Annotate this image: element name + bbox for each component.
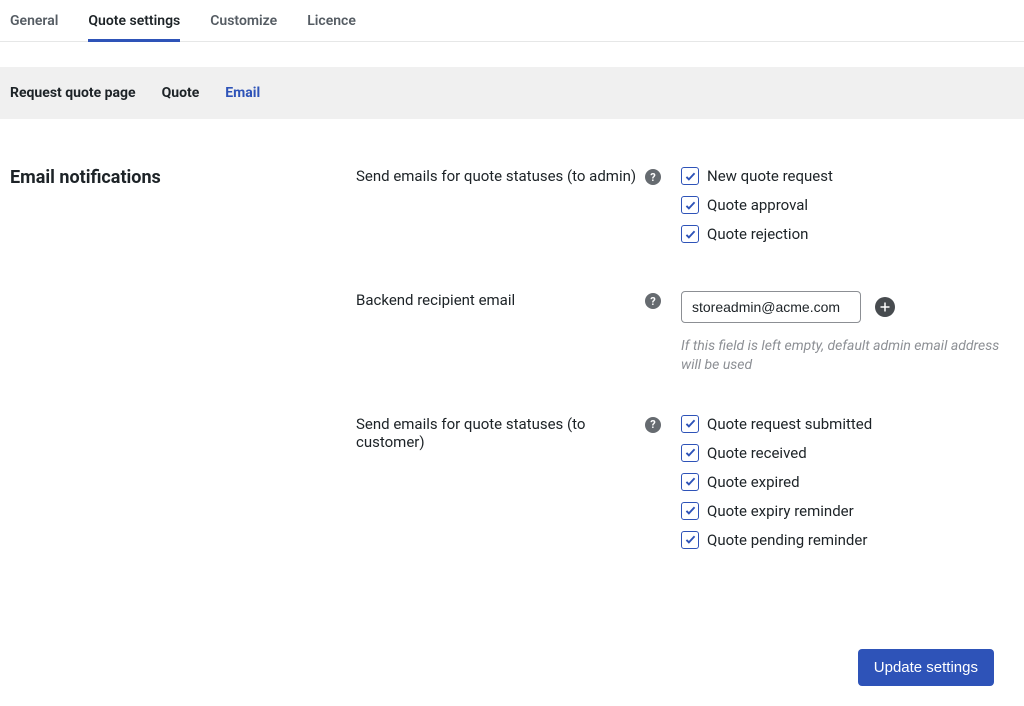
help-icon[interactable]: ?	[645, 169, 661, 185]
checkbox-quote-rejection[interactable]: Quote rejection	[681, 225, 1014, 243]
checkbox-quote-pending-reminder[interactable]: Quote pending reminder	[681, 531, 1014, 549]
customer-status-checkbox-list: Quote request submitted Quote received Q…	[681, 415, 1014, 549]
backend-email-helper-text: If this field is left empty, default adm…	[681, 337, 1014, 375]
tab-customize[interactable]: Customize	[210, 7, 277, 42]
checkbox-label: Quote rejection	[707, 225, 808, 243]
checkbox-quote-expired[interactable]: Quote expired	[681, 473, 1014, 491]
checkbox-icon	[681, 502, 699, 520]
checkbox-new-quote-request[interactable]: New quote request	[681, 167, 1014, 185]
checkbox-label: Quote request submitted	[707, 415, 872, 433]
checkbox-quote-request-submitted[interactable]: Quote request submitted	[681, 415, 1014, 433]
checkbox-label: Quote received	[707, 444, 807, 462]
tab-licence[interactable]: Licence	[307, 7, 356, 42]
checkbox-label: New quote request	[707, 167, 833, 185]
checkbox-icon	[681, 444, 699, 462]
help-icon[interactable]: ?	[645, 293, 661, 309]
checkbox-quote-expiry-reminder[interactable]: Quote expiry reminder	[681, 502, 1014, 520]
checkbox-icon	[681, 531, 699, 549]
checkbox-icon	[681, 196, 699, 214]
subtab-quote[interactable]: Quote	[162, 85, 200, 101]
checkbox-quote-approval[interactable]: Quote approval	[681, 196, 1014, 214]
admin-status-checkbox-list: New quote request Quote approval Quote r…	[681, 167, 1014, 243]
tab-quote-settings[interactable]: Quote settings	[88, 7, 180, 42]
checkbox-label: Quote expired	[707, 473, 800, 491]
add-email-button[interactable]	[875, 297, 895, 317]
subtab-email[interactable]: Email	[225, 85, 260, 101]
help-icon[interactable]: ?	[645, 417, 661, 433]
update-settings-button[interactable]: Update settings	[858, 649, 994, 686]
checkbox-icon	[681, 473, 699, 491]
checkbox-label: Quote pending reminder	[707, 531, 867, 549]
checkbox-icon	[681, 225, 699, 243]
field-label-admin-statuses: Send emails for quote statuses (to admin…	[356, 167, 636, 185]
section-title: Email notifications	[10, 167, 356, 549]
primary-tabs: General Quote settings Customize Licence	[0, 0, 1024, 42]
backend-recipient-email-input[interactable]	[681, 291, 861, 323]
subtab-request-quote-page[interactable]: Request quote page	[10, 85, 136, 101]
checkbox-quote-received[interactable]: Quote received	[681, 444, 1014, 462]
secondary-tabs: Request quote page Quote Email	[0, 67, 1024, 119]
checkbox-label: Quote approval	[707, 196, 808, 214]
tab-general[interactable]: General	[10, 7, 58, 42]
plus-icon	[879, 301, 891, 313]
field-label-customer-statuses: Send emails for quote statuses (to custo…	[356, 415, 645, 451]
checkbox-label: Quote expiry reminder	[707, 502, 854, 520]
field-label-backend-email: Backend recipient email	[356, 291, 515, 309]
checkbox-icon	[681, 415, 699, 433]
checkbox-icon	[681, 167, 699, 185]
